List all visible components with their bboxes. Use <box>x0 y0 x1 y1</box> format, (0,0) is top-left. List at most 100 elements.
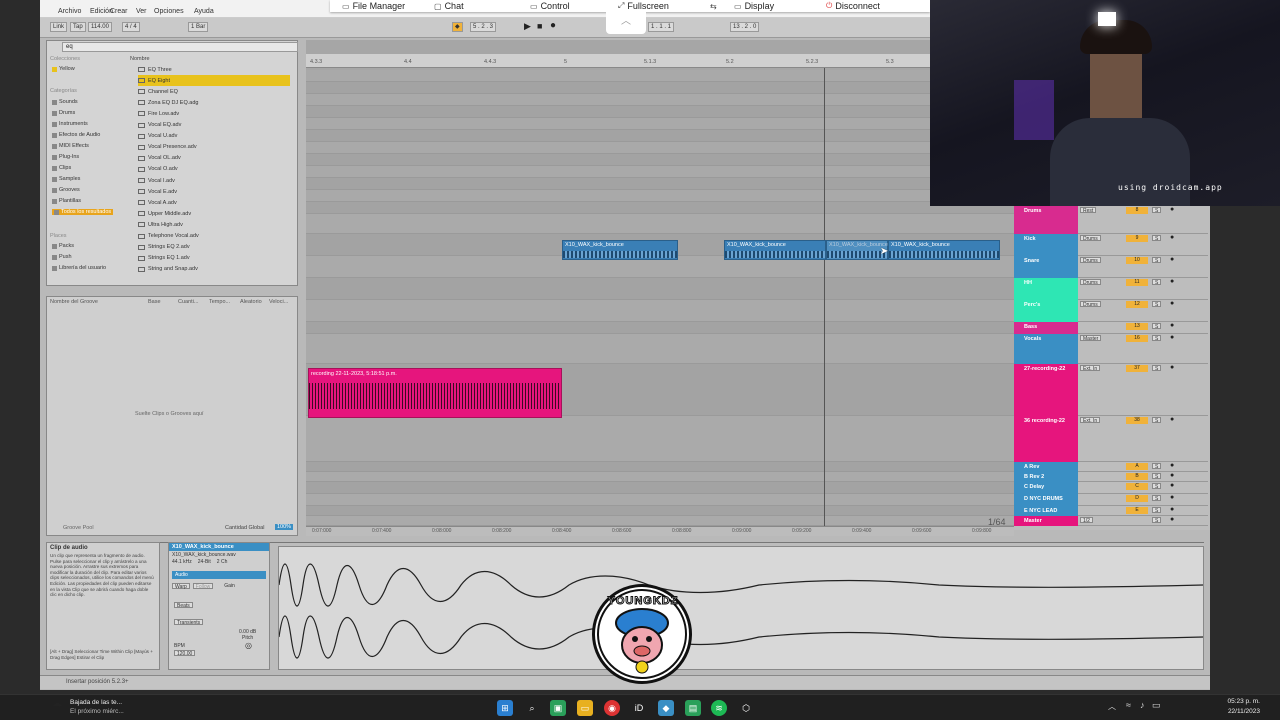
solo-button[interactable]: S <box>1152 279 1162 286</box>
track-lane[interactable] <box>306 300 1014 322</box>
track-header[interactable]: 36 recording-22 <box>1014 416 1078 462</box>
file-item[interactable]: Vocal U.adv <box>138 131 290 142</box>
beat-ruler[interactable]: 4.3.3 4.4 4.4.3 5 5.1.3 5.2 5.2.3 5.3 <box>306 54 930 68</box>
track-header[interactable]: HH <box>1014 278 1078 300</box>
arm-icon[interactable]: ● <box>1170 482 1174 489</box>
track-header[interactable]: Kick <box>1014 234 1078 256</box>
meter-field[interactable]: 4 / 4 <box>122 22 140 32</box>
track-lane[interactable] <box>306 462 1014 472</box>
track-routing-select[interactable]: Drums <box>1080 301 1101 308</box>
solo-button[interactable]: S <box>1152 323 1162 330</box>
track-lane[interactable] <box>306 472 1014 482</box>
file-item[interactable]: Upper Middle.adv <box>138 208 290 219</box>
track-routing-select[interactable]: Master <box>1080 335 1102 342</box>
arm-icon[interactable]: ● <box>1170 516 1174 523</box>
track-activator-button[interactable]: 38 <box>1126 417 1148 424</box>
track-activator-button[interactable]: 9 <box>1126 235 1148 242</box>
category-item[interactable]: Samples <box>52 176 80 182</box>
track-lane[interactable] <box>306 516 1014 526</box>
category-item[interactable]: MIDI Effects <box>52 143 89 149</box>
meet-icon[interactable]: ▣ <box>550 700 566 716</box>
solo-button[interactable]: S <box>1152 495 1162 502</box>
arm-icon[interactable]: ● <box>1170 364 1174 371</box>
track-header[interactable]: Snare <box>1014 256 1078 278</box>
track-lane[interactable] <box>306 178 1014 190</box>
solo-button[interactable]: S <box>1152 235 1162 242</box>
anydesk-icon[interactable]: ◆ <box>658 700 674 716</box>
battery-icon[interactable]: ▭ <box>1152 700 1161 711</box>
color-item-yellow[interactable]: Yellow <box>52 66 75 72</box>
audio-clip[interactable]: X10_WAX_kick_bounce <box>724 240 826 260</box>
track-activator-button[interactable]: A <box>1126 463 1148 470</box>
track-activator-button[interactable]: 11 <box>1126 279 1148 286</box>
audio-section-header[interactable]: Audio <box>172 571 266 579</box>
pitch-knob-icon[interactable]: ◎ <box>245 641 252 650</box>
file-item[interactable]: EQ Three <box>138 64 290 75</box>
track-lane[interactable] <box>306 70 1014 82</box>
file-item[interactable]: String and Snap.adv <box>138 264 290 275</box>
clip-title[interactable]: X10_WAX_kick_bounce <box>169 543 269 551</box>
track-activator-button[interactable]: 12 <box>1126 301 1148 308</box>
menu-ayuda[interactable]: Ayuda <box>194 8 214 15</box>
track-routing-select[interactable]: Ext. In <box>1080 365 1101 372</box>
id-icon[interactable]: iD <box>631 700 647 716</box>
place-item[interactable]: Librería del usuario <box>52 265 106 271</box>
track-activator-button[interactable]: C <box>1126 483 1148 490</box>
menu-opciones[interactable]: Opciones <box>154 8 184 15</box>
menu-ver[interactable]: Ver <box>136 8 147 15</box>
track-lane[interactable] <box>306 190 1014 202</box>
file-item[interactable]: Strings EQ 2.adv <box>138 242 290 253</box>
track-activator-button[interactable]: D <box>1126 495 1148 502</box>
start-icon[interactable]: ⊞ <box>497 700 513 716</box>
wifi-icon[interactable]: ≈ <box>1126 700 1131 710</box>
track-routing-select[interactable]: Drums <box>1080 279 1101 286</box>
file-item[interactable]: Vocal Presence.adv <box>138 142 290 153</box>
arm-icon[interactable]: ● <box>1170 462 1174 469</box>
record-icon[interactable]: ● <box>550 20 556 31</box>
track-header[interactable]: E NYC LEAD <box>1014 506 1078 516</box>
loop-length-field[interactable]: 13 . 2 . 0 <box>730 22 760 32</box>
weather-icon[interactable]: ☂ <box>52 700 63 714</box>
arm-icon[interactable]: ● <box>1170 322 1174 329</box>
track-activator-button[interactable]: 10 <box>1126 257 1148 264</box>
solo-button[interactable]: S <box>1152 207 1162 214</box>
track-lane[interactable] <box>306 494 1014 506</box>
track-header[interactable]: Vocals <box>1014 334 1078 364</box>
control-button[interactable]: ▭ Control <box>530 0 570 12</box>
solo-button[interactable]: S <box>1152 417 1162 424</box>
track-activator-button[interactable]: E <box>1126 507 1148 514</box>
file-explorer-icon[interactable]: ▭ <box>577 700 593 716</box>
track-lane[interactable] <box>306 506 1014 516</box>
link-button[interactable]: Link <box>50 22 68 32</box>
tap-button[interactable]: Tap <box>70 22 86 32</box>
chrome-icon[interactable]: ◉ <box>604 700 620 716</box>
file-item[interactable]: EQ Eight <box>138 75 290 87</box>
arm-icon[interactable]: ● <box>1170 334 1174 341</box>
sync-button[interactable]: ⇆ <box>710 0 717 12</box>
collapse-toolbar-button[interactable]: ︿ <box>606 12 646 34</box>
solo-button[interactable]: S <box>1152 301 1162 308</box>
file-item[interactable]: Zona EQ DJ EQ.adg <box>138 97 290 108</box>
place-item[interactable]: Packs <box>52 243 74 249</box>
play-icon[interactable]: ▶ <box>524 21 531 32</box>
arm-icon[interactable]: ● <box>1170 234 1174 241</box>
file-item[interactable]: Vocal EQ.adv <box>138 120 290 131</box>
track-lane[interactable] <box>306 94 1014 106</box>
disconnect-button[interactable]: ⏻ Disconnect <box>826 0 880 12</box>
arrangement-record-button[interactable]: ◆ <box>452 22 463 32</box>
file-item[interactable]: Vocal E.adv <box>138 186 290 197</box>
volume-icon[interactable]: ♪ <box>1140 700 1145 710</box>
warp-mode-select[interactable]: Beats <box>174 602 193 609</box>
menu-archivo[interactable]: Archivo <box>58 8 81 15</box>
track-routing-select[interactable]: Ext. In <box>1080 417 1101 424</box>
category-item[interactable]: Efectos de Audio <box>52 132 100 138</box>
track-routing-select[interactable]: 1/2 <box>1080 517 1093 524</box>
audio-clip[interactable]: X10_WAX_kick_bounce <box>888 240 1000 260</box>
solo-button[interactable]: S <box>1152 483 1162 490</box>
solo-button[interactable]: S <box>1152 517 1162 524</box>
audio-clip[interactable]: X10_WAX_kick_bounce <box>826 240 888 260</box>
menu-crear[interactable]: Crear <box>110 8 128 15</box>
ableton-icon[interactable]: ▤ <box>685 700 701 716</box>
track-activator-button[interactable]: 8 <box>1126 207 1148 214</box>
solo-button[interactable]: S <box>1152 463 1162 470</box>
